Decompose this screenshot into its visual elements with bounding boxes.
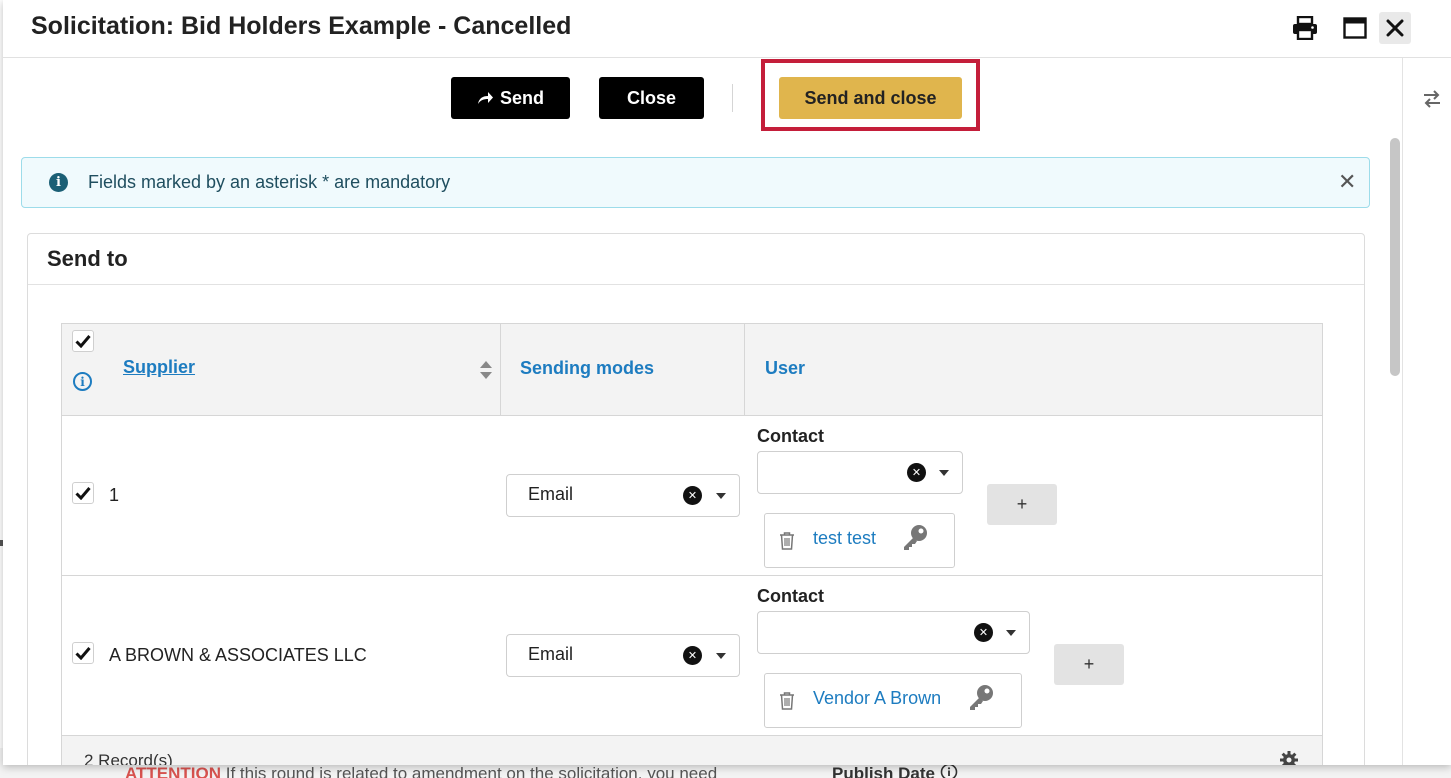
checkmark-icon [75,335,91,348]
column-header-user: User [765,358,806,378]
swap-icon-button[interactable] [1421,88,1443,115]
send-to-card: Send to i Supplier Sending modes User 1 … [27,233,1365,765]
close-icon [1386,19,1404,37]
chevron-down-icon[interactable] [1006,630,1016,636]
close-button-label: Close [626,87,677,108]
print-button[interactable] [1289,12,1321,44]
column-header-supplier[interactable]: Supplier [123,357,195,378]
row-checkbox[interactable] [72,642,94,664]
page: ATTENTION If this round is related to am… [0,0,1451,778]
row-checkbox[interactable] [72,482,94,504]
gear-glyph [1280,751,1298,765]
gear-icon[interactable] [1279,750,1299,765]
table-row: A BROWN & ASSOCIATES LLC Email ✕ Contact… [62,576,1322,736]
maximize-button[interactable] [1339,12,1371,44]
contact-label: Contact [757,586,824,606]
attention-message: If this round is related to amendment on… [225,764,718,778]
table-header: i Supplier Sending modes User [62,324,1322,416]
send-button-label: Send [499,87,544,108]
send-modal: Solicitation: Bid Holders Example - Canc… [3,0,1451,765]
add-contact-button[interactable]: + [1054,644,1124,685]
key-glyph [970,685,993,710]
sort-icon[interactable] [479,360,493,385]
swap-arrows-icon [1424,90,1440,108]
right-side-panel [1402,58,1451,765]
info-banner-text: Fields marked by an asterisk * are manda… [88,172,451,192]
trash-icon[interactable] [779,531,795,555]
trash-icon[interactable] [779,691,795,715]
user-tag: test test [764,513,955,568]
user-tag: Vendor A Brown [764,673,1022,728]
trash-icon-glyph [780,692,794,710]
column-divider [500,324,501,416]
printer-icon [1293,16,1317,40]
supplier-name: 1 [109,485,120,505]
modal-scrollbar[interactable] [1388,138,1402,765]
clear-icon[interactable]: ✕ [683,486,702,505]
modal-close-button[interactable] [1379,12,1411,44]
key-glyph [904,525,927,550]
highlight-annotation [761,59,980,131]
contact-select[interactable]: ✕ [757,611,1030,654]
toolbar-separator [732,84,733,112]
key-icon[interactable] [901,523,929,556]
record-count: 2 Record(s) [84,751,173,765]
column-header-sending-modes: Sending modes [520,358,655,378]
background-publish-date: Publish Date [832,763,958,778]
clear-icon[interactable]: ✕ [974,623,993,642]
info-banner-close-icon[interactable]: ✕ [1338,170,1356,194]
card-header: Send to [28,234,1364,285]
column-divider [744,324,745,416]
table-row: 1 Email ✕ Contact ✕ + test test [62,416,1322,576]
attention-label: ATTENTION [125,764,222,778]
info-banner: i Fields marked by an asterisk * are man… [21,157,1370,208]
share-arrow-icon [477,92,493,104]
modal-title: Solicitation: Bid Holders Example - Canc… [31,12,572,40]
background-attention-text: ATTENTION If this round is related to am… [125,764,717,778]
sort-arrows-icon [480,361,492,379]
checkmark-icon [75,487,91,500]
modal-header: Solicitation: Bid Holders Example - Canc… [3,0,1451,58]
info-icon: i [49,173,68,192]
user-tag-name[interactable]: test test [813,528,876,549]
send-button[interactable]: Send [451,77,570,119]
supplier-name: A BROWN & ASSOCIATES LLC [109,645,367,665]
sending-mode-value: Email [528,484,574,504]
checkmark-icon [75,647,91,660]
chevron-down-icon[interactable] [939,470,949,476]
key-icon[interactable] [967,683,995,716]
contact-select[interactable]: ✕ [757,451,963,494]
trash-icon-glyph [780,532,794,550]
sending-mode-value: Email [528,644,574,664]
select-all-checkbox[interactable] [72,330,94,352]
contact-label: Contact [757,426,824,446]
maximize-icon [1343,17,1367,39]
suppliers-table: i Supplier Sending modes User 1 Email ✕ … [61,323,1323,765]
chevron-down-icon[interactable] [716,653,726,659]
user-tag-name[interactable]: Vendor A Brown [813,688,941,709]
clear-icon[interactable]: ✕ [907,463,926,482]
close-button[interactable]: Close [599,77,704,119]
clear-icon[interactable]: ✕ [683,646,702,665]
table-footer: 2 Record(s) [62,736,1322,765]
sending-mode-select[interactable]: Email ✕ [506,474,740,517]
info-circle-icon [940,763,958,778]
add-contact-button[interactable]: + [987,484,1057,525]
publish-date-label: Publish Date [832,764,935,778]
chevron-down-icon[interactable] [716,493,726,499]
info-icon[interactable]: i [73,372,92,391]
sending-mode-select[interactable]: Email ✕ [506,634,740,677]
card-title: Send to [47,246,128,271]
scrollbar-thumb[interactable] [1390,138,1400,376]
